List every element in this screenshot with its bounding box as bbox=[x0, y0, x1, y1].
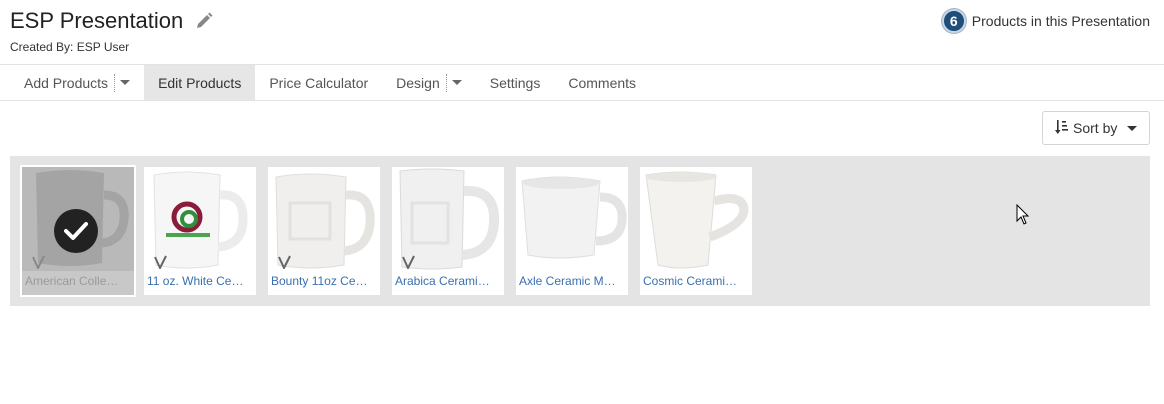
tab-comments[interactable]: Comments bbox=[554, 65, 650, 100]
tab-price-calculator[interactable]: Price Calculator bbox=[255, 65, 382, 100]
product-card[interactable]: Bounty 11oz Ce… bbox=[268, 167, 380, 295]
title-row: ESP Presentation bbox=[10, 8, 213, 34]
vendor-icon bbox=[154, 255, 168, 271]
product-card[interactable]: American Colle… bbox=[20, 165, 136, 297]
product-name[interactable]: Cosmic Cerami… bbox=[643, 274, 747, 288]
tab-settings[interactable]: Settings bbox=[476, 65, 555, 100]
product-tray: American Colle… 11 oz. White Ce… Bounty … bbox=[10, 156, 1150, 306]
checkmark-icon bbox=[54, 209, 98, 253]
product-name[interactable]: Arabica Cerami… bbox=[395, 274, 499, 288]
divider bbox=[445, 73, 447, 92]
tab-edit-products[interactable]: Edit Products bbox=[144, 65, 256, 100]
page-title: ESP Presentation bbox=[10, 8, 184, 33]
tab-settings-label: Settings bbox=[489, 74, 541, 91]
chevron-down-icon[interactable] bbox=[451, 80, 462, 85]
product-card[interactable]: Axle Ceramic M… bbox=[516, 167, 628, 295]
presentation-nav: Add Products Edit Products Price Calcula… bbox=[0, 64, 1164, 101]
vendor-icon bbox=[402, 255, 416, 271]
product-image bbox=[640, 167, 752, 271]
product-card[interactable]: Arabica Cerami… bbox=[392, 167, 504, 295]
tab-design-label: Design bbox=[396, 74, 440, 91]
sort-icon bbox=[1055, 119, 1069, 138]
chevron-down-icon bbox=[1127, 125, 1138, 131]
chevron-down-icon[interactable] bbox=[120, 80, 131, 85]
product-count-badge: 6 bbox=[941, 9, 966, 33]
tab-price-calculator-label: Price Calculator bbox=[269, 74, 369, 91]
vendor-icon bbox=[278, 255, 292, 271]
tab-add-products[interactable]: Add Products bbox=[10, 65, 144, 100]
sort-by-label: Sort by bbox=[1073, 120, 1118, 136]
product-card[interactable]: Cosmic Cerami… bbox=[640, 167, 752, 295]
product-card[interactable]: 11 oz. White Ce… bbox=[144, 167, 256, 295]
tab-edit-products-label: Edit Products bbox=[158, 74, 242, 91]
product-name[interactable]: American Colle… bbox=[25, 274, 129, 288]
product-name[interactable]: 11 oz. White Ce… bbox=[147, 274, 251, 288]
product-image bbox=[516, 167, 628, 271]
presentation-header: ESP Presentation Created By: ESP User 6 … bbox=[0, 0, 1164, 64]
product-name[interactable]: Bounty 11oz Ce… bbox=[271, 274, 375, 288]
product-count: 6 Products in this Presentation bbox=[941, 9, 1150, 33]
tab-comments-label: Comments bbox=[568, 74, 637, 91]
vendor-icon bbox=[32, 255, 46, 271]
mouse-cursor-icon bbox=[1016, 203, 1030, 226]
sort-by-button[interactable]: Sort by bbox=[1042, 111, 1150, 145]
divider bbox=[114, 73, 116, 92]
tab-add-products-label: Add Products bbox=[24, 74, 109, 91]
pencil-icon[interactable] bbox=[195, 12, 213, 30]
product-name[interactable]: Axle Ceramic M… bbox=[519, 274, 623, 288]
product-count-label: Products in this Presentation bbox=[971, 13, 1150, 29]
created-by-text: Created By: ESP User bbox=[10, 40, 130, 54]
tab-design[interactable]: Design bbox=[382, 65, 476, 100]
